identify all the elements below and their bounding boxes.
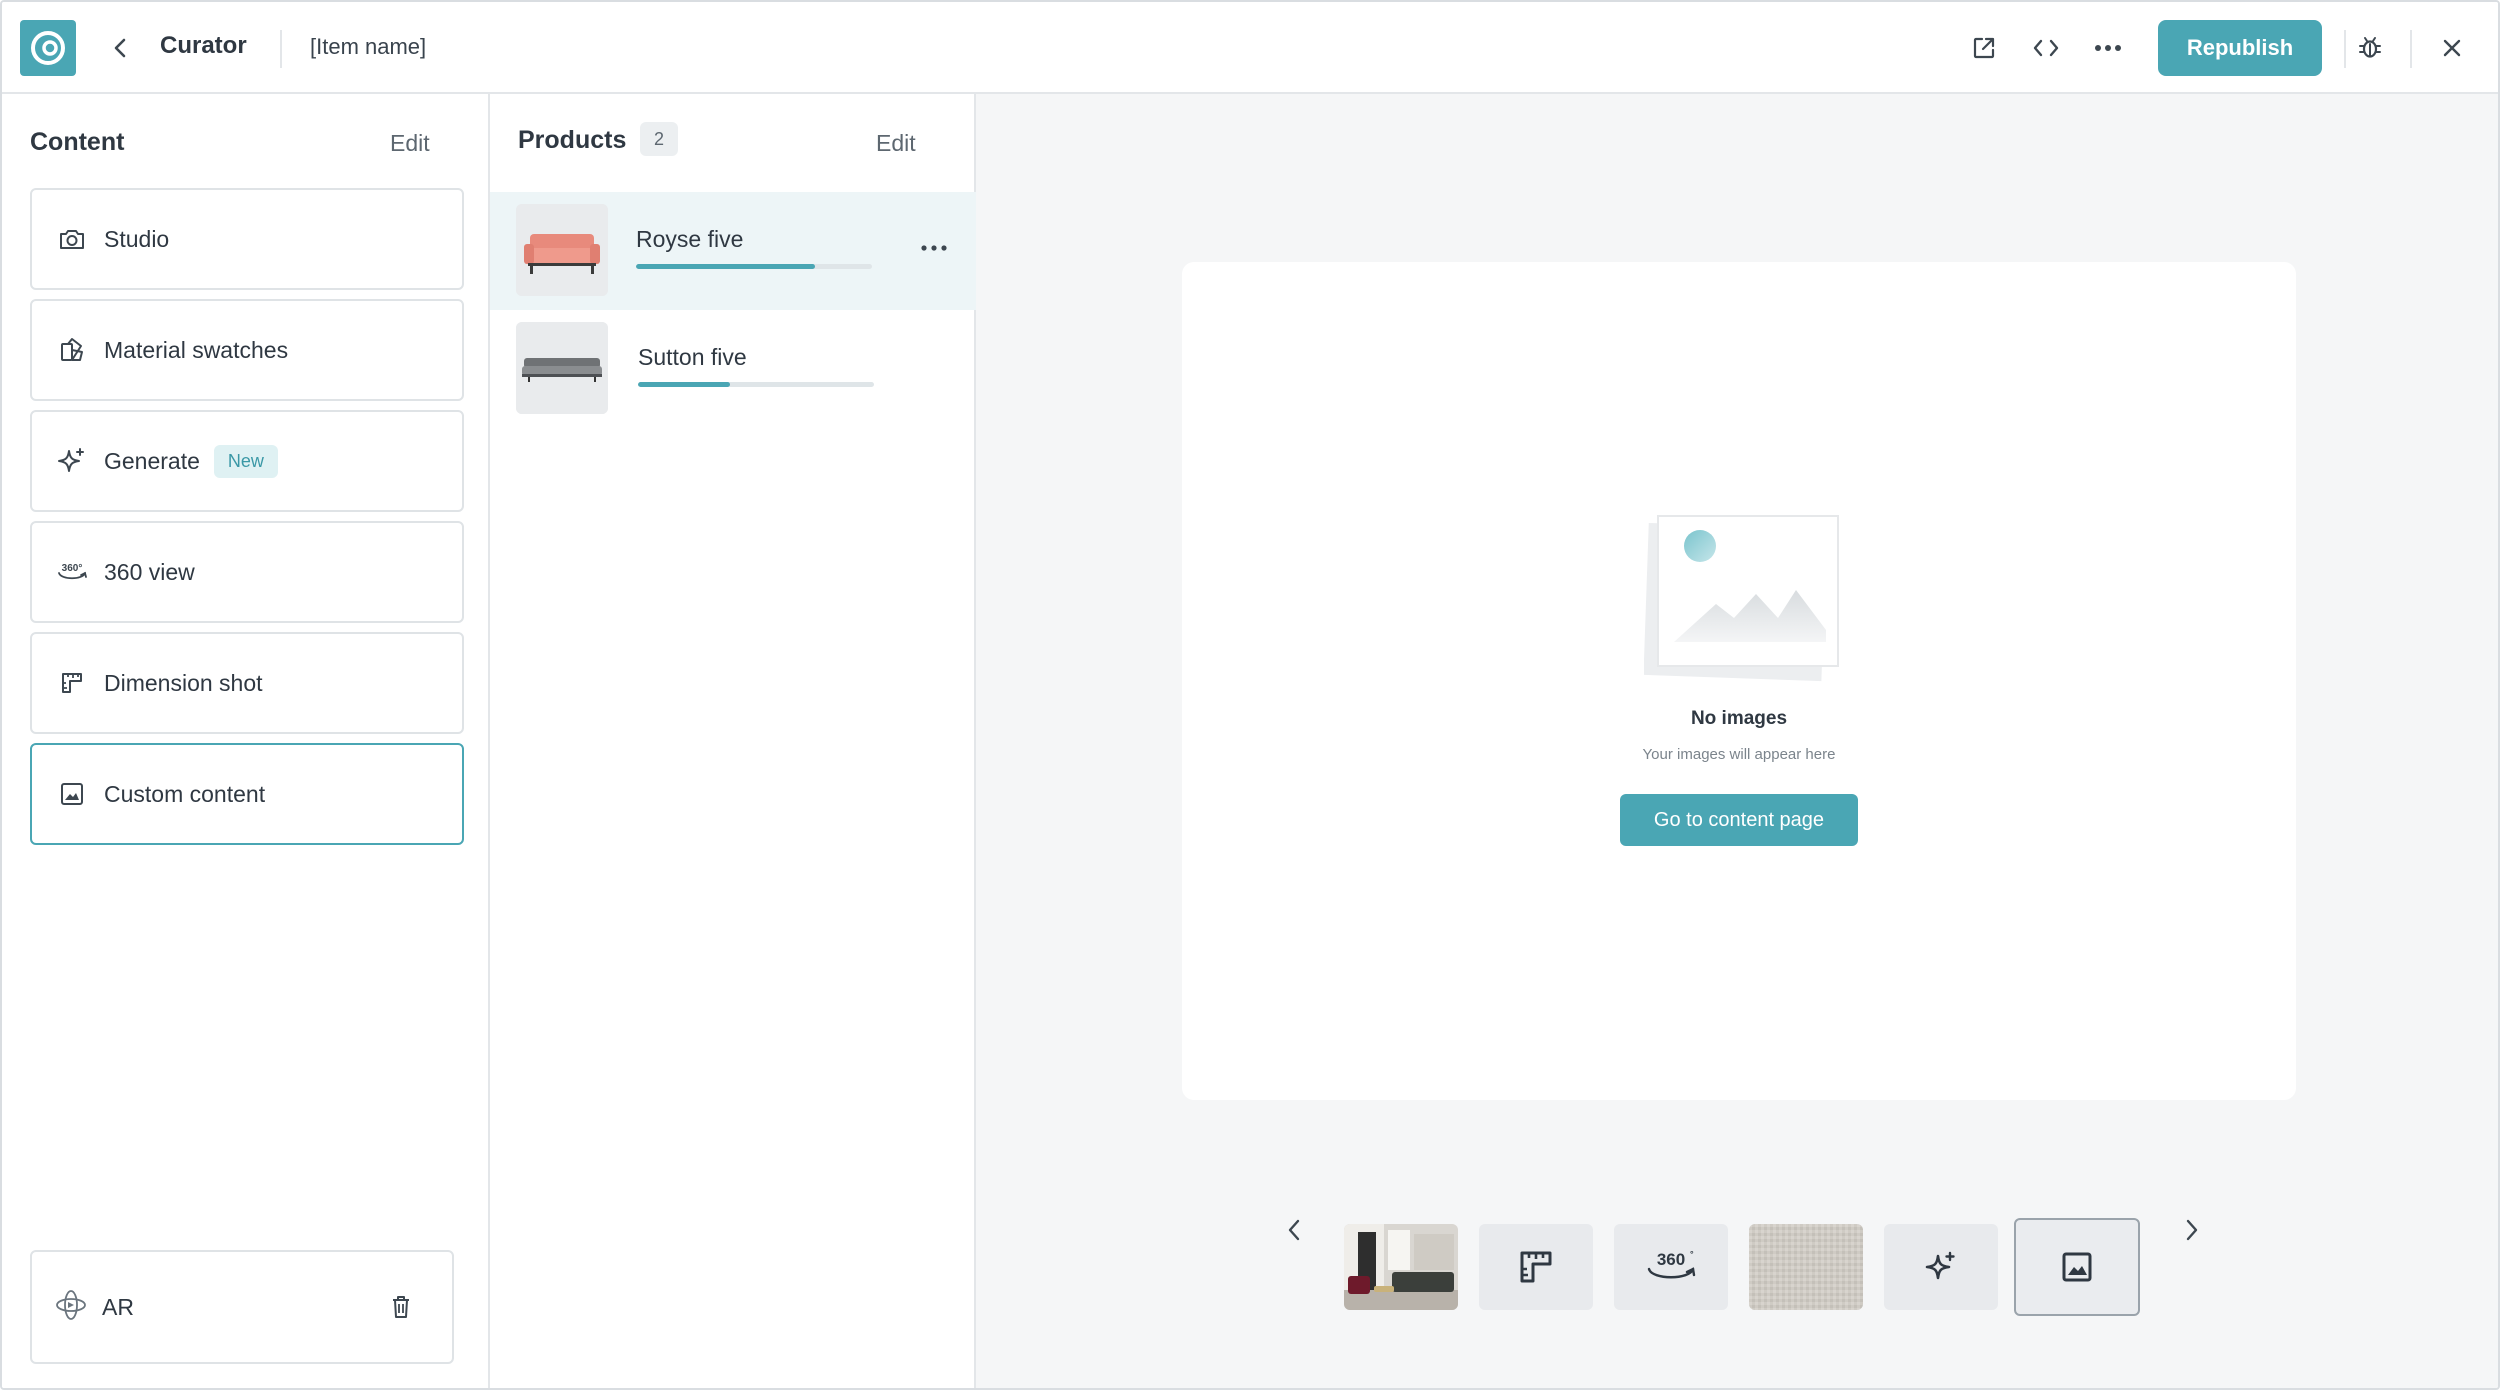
thumbnail-fabric-swatch[interactable] [1749, 1224, 1863, 1310]
products-count-badge: 2 [640, 122, 678, 156]
svg-text:°: ° [1690, 1249, 1694, 1259]
chevron-left-icon [114, 38, 126, 58]
content-item-label: Custom content [104, 780, 266, 807]
content-title: Content [30, 128, 125, 156]
content-item-custom-content[interactable]: Custom content [30, 743, 464, 845]
product-progress-fill [638, 382, 731, 387]
empty-image-illustration [1643, 514, 1840, 682]
products-panel: Products 2 Edit Royse five Sutton five [490, 94, 976, 1388]
360-icon: 360° [56, 556, 88, 588]
strip-next-button[interactable] [2172, 1210, 2212, 1250]
sparkle-icon [1925, 1251, 1955, 1280]
close-icon [2443, 39, 2461, 57]
product-progress-bar [638, 382, 874, 387]
content-item-material-swatches[interactable]: Material swatches [30, 299, 464, 401]
product-name: Royse five [636, 226, 744, 252]
trash-icon [393, 1296, 409, 1318]
content-item-generate[interactable]: Generate New [30, 410, 464, 512]
content-item-360-view[interactable]: 360° 360 view [30, 521, 464, 623]
app-title: Curator [160, 32, 247, 59]
code-icon [2033, 39, 2059, 57]
republish-button[interactable]: Republish [2158, 20, 2322, 76]
thumbnail-360[interactable]: 360 ° [1614, 1224, 1728, 1310]
header-divider [280, 30, 282, 68]
thumbnail-room-photo[interactable] [1344, 1224, 1458, 1310]
product-thumbnail-sofa-pink [516, 204, 608, 296]
thumbnail-generate[interactable] [1884, 1224, 1998, 1310]
empty-state-title: No images [1690, 708, 1788, 729]
ar-icon [54, 1288, 88, 1327]
ruler-icon [1520, 1251, 1552, 1283]
external-link-icon [1973, 37, 1995, 59]
fabric-swatch-image [1749, 1224, 1863, 1310]
content-edit-button[interactable]: Edit [390, 130, 430, 157]
product-progress-bar [636, 264, 872, 269]
preview-canvas: No images Your images will appear here G… [1182, 262, 2296, 1100]
content-item-dimension-shot[interactable]: Dimension shot [30, 632, 464, 734]
go-to-content-page-button[interactable]: Go to content page [1620, 794, 1858, 846]
360-icon: 360 ° [1647, 1249, 1696, 1279]
product-row[interactable]: Royse five [490, 192, 976, 310]
product-row[interactable]: Sutton five [490, 310, 976, 428]
chevron-right-icon [2186, 1219, 2198, 1241]
delete-ar-button[interactable] [384, 1290, 418, 1324]
preview-area: No images Your images will appear here G… [976, 94, 2498, 1388]
back-button[interactable] [102, 28, 138, 68]
empty-state-subtitle: Your images will appear here [1642, 746, 1836, 763]
thumbnail-dimension[interactable] [1479, 1224, 1593, 1310]
products-title: Products [518, 126, 627, 154]
camera-icon [56, 223, 88, 255]
ar-card[interactable]: AR [30, 1250, 454, 1364]
content-item-label: Dimension shot [104, 669, 263, 696]
more-horizontal-icon [921, 245, 947, 251]
image-icon [2062, 1252, 2092, 1282]
app-window: Curator [Item name] Republish Content Ed… [0, 0, 2500, 1390]
thumb-360-label: 360 [1657, 1250, 1685, 1269]
logo [20, 20, 76, 76]
swatch-icon [56, 334, 88, 366]
room-photo-image [1344, 1224, 1458, 1310]
ruler-icon [56, 667, 88, 699]
sparkle-icon [56, 445, 88, 477]
ar-label: AR [102, 1293, 134, 1320]
product-name: Sutton five [638, 344, 747, 370]
bug-icon [2359, 37, 2381, 58]
content-sidebar: Content Edit Studio Material swatches Ge… [2, 94, 490, 1388]
content-item-label: Generate [104, 447, 200, 474]
content-item-label: 360 view [104, 558, 195, 585]
product-progress-fill [636, 264, 816, 269]
more-horizontal-icon [2095, 45, 2121, 51]
product-thumbnail-sofa-grey [516, 322, 608, 414]
debug-button[interactable] [2350, 28, 2390, 68]
products-edit-button[interactable]: Edit [876, 130, 916, 157]
close-button[interactable] [2432, 28, 2472, 68]
header-divider-right-2 [2410, 30, 2412, 68]
image-icon [56, 778, 88, 810]
content-item-label: Material swatches [104, 336, 289, 363]
strip-prev-button[interactable] [1274, 1210, 1314, 1250]
open-external-button[interactable] [1964, 28, 2004, 68]
chevron-left-icon [1288, 1219, 1300, 1241]
embed-code-button[interactable] [2026, 28, 2066, 68]
top-bar: Curator [Item name] Republish [2, 2, 2498, 94]
logo-icon [31, 31, 65, 65]
svg-text:360°: 360° [62, 563, 83, 574]
thumbnail-custom-content[interactable] [2014, 1218, 2140, 1316]
new-badge: New [213, 444, 278, 478]
item-name: [Item name] [310, 34, 427, 59]
content-item-label: Studio [104, 225, 170, 252]
more-options-button[interactable] [2088, 28, 2128, 68]
product-more-button[interactable] [914, 230, 954, 266]
content-item-studio[interactable]: Studio [30, 188, 464, 290]
header-divider-right [2344, 30, 2346, 68]
